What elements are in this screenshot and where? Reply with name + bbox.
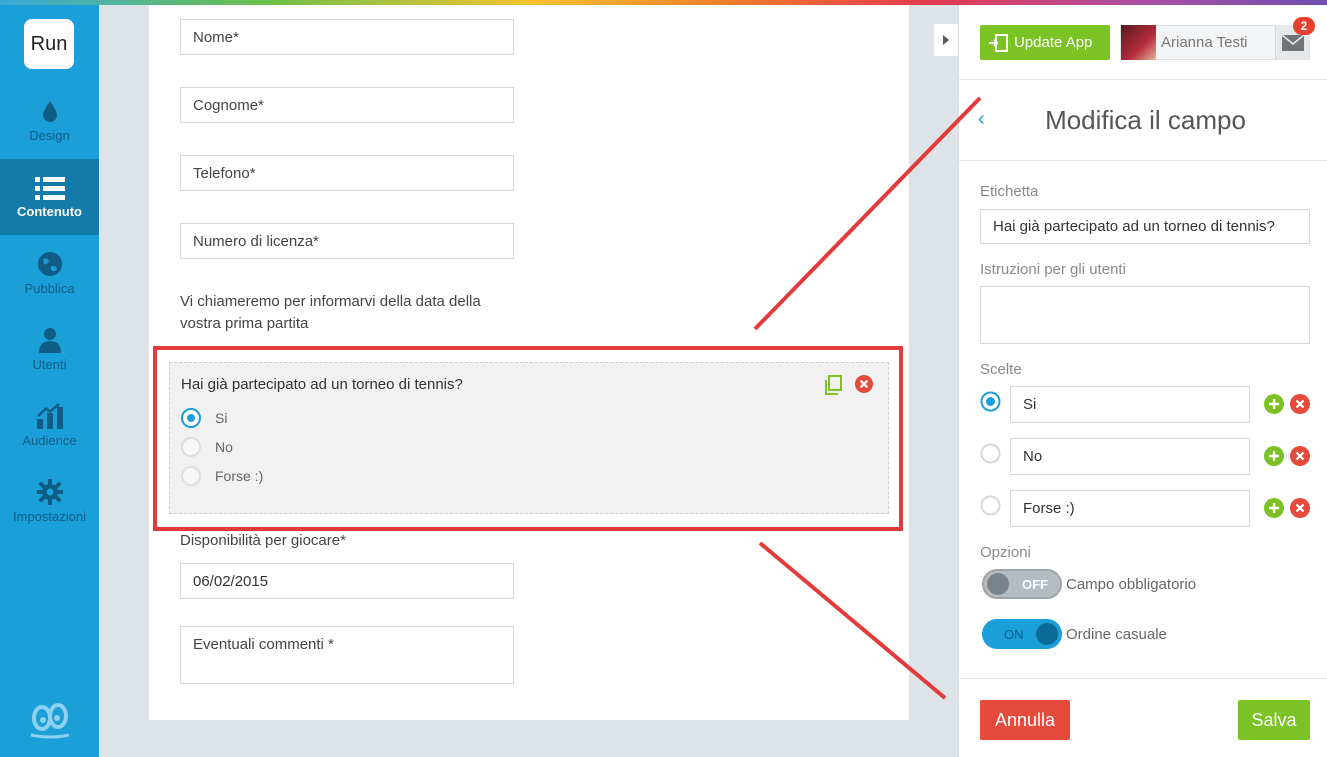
field-placeholder: Telefono* <box>193 165 256 182</box>
drop-icon <box>42 100 57 122</box>
sidebar-item-label: Design <box>29 127 70 143</box>
collapse-panel-button[interactable] <box>934 24 958 56</box>
bar-chart-icon <box>36 402 63 429</box>
input-value: No <box>1023 448 1043 465</box>
remove-choice-icon[interactable] <box>1290 446 1310 466</box>
availability-label: Disponibilità per giocare* <box>180 532 346 549</box>
instructions-input[interactable] <box>980 286 1310 344</box>
nome-field[interactable]: Nome* <box>180 19 514 55</box>
edit-field-panel: Update App Arianna Testi 2 ‹ Modifica il… <box>958 5 1327 757</box>
footer-divider <box>959 678 1327 679</box>
choice-input[interactable]: Si <box>1010 386 1250 423</box>
field-placeholder: Eventuali commenti * <box>193 636 334 653</box>
top-bar: Update App Arianna Testi 2 <box>959 5 1327 80</box>
required-toggle[interactable]: OFF <box>982 569 1062 599</box>
field-placeholder: Numero di licenza* <box>193 233 319 250</box>
sidebar-item-design[interactable]: Design <box>0 83 99 159</box>
panel-header: ‹ Modifica il campo <box>959 80 1327 161</box>
telefono-field[interactable]: Telefono* <box>180 155 514 191</box>
add-choice-icon[interactable] <box>1264 498 1284 518</box>
instructions-heading: Istruzioni per gli utenti <box>980 261 1126 278</box>
sidebar-item-impostazioni[interactable]: Impostazioni <box>0 463 99 539</box>
random-order-toggle[interactable]: ON <box>982 619 1062 649</box>
user-name: Arianna Testi <box>1161 34 1248 51</box>
remove-choice-icon[interactable] <box>1290 498 1310 518</box>
update-label: Update App <box>1014 34 1093 51</box>
input-value: Forse :) <box>1023 500 1075 517</box>
brand-mascot-icon <box>30 703 70 739</box>
field-placeholder: Cognome* <box>193 97 264 114</box>
sidebar-item-label: Utenti <box>32 356 67 372</box>
user-menu[interactable]: Arianna Testi 2 <box>1120 17 1315 60</box>
licenza-field[interactable]: Numero di licenza* <box>180 223 514 259</box>
availability-field[interactable]: 06/02/2015 <box>180 563 514 599</box>
update-icon <box>989 33 1008 52</box>
label-heading: Etichetta <box>980 183 1039 200</box>
toggle-state: OFF <box>1022 576 1048 592</box>
caret-right-icon <box>943 35 949 45</box>
globe-icon <box>37 251 62 276</box>
sidebar-item-contenuto[interactable]: Contenuto <box>0 159 99 235</box>
label-input[interactable]: Hai già partecipato ad un torneo di tenn… <box>980 209 1310 244</box>
mail-badge: 2 <box>1293 17 1315 35</box>
info-text: Vi chiameremo per informarvi della data … <box>180 293 481 332</box>
remove-choice-icon[interactable] <box>1290 394 1310 414</box>
sidebar-item-utenti[interactable]: Utenti <box>0 311 99 387</box>
sidebar-item-label: Impostazioni <box>13 508 86 524</box>
field-placeholder: Nome* <box>193 29 239 46</box>
random-order-label: Ordine casuale <box>1066 626 1167 643</box>
mail-button[interactable]: 2 <box>1275 17 1315 60</box>
sidebar-item-label: Pubblica <box>24 280 75 296</box>
mail-icon <box>1281 34 1304 51</box>
toggle-knob <box>1036 623 1058 645</box>
toggle-state: ON <box>1004 626 1024 642</box>
sidebar-item-label: Contenuto <box>17 203 82 219</box>
gear-icon <box>36 478 63 505</box>
sidebar: Run Design Contenuto Pubblica Utenti Aud… <box>0 0 99 757</box>
user-icon <box>38 327 61 353</box>
sidebar-item-pubblica[interactable]: Pubblica <box>0 235 99 311</box>
list-icon <box>34 176 65 200</box>
top-rainbow-bar <box>0 0 1327 5</box>
choice-input[interactable]: No <box>1010 438 1250 475</box>
cognome-field[interactable]: Cognome* <box>180 87 514 123</box>
avatar <box>1121 25 1156 60</box>
add-choice-icon[interactable] <box>1264 394 1284 414</box>
add-choice-icon[interactable] <box>1264 446 1284 466</box>
comments-field[interactable]: Eventuali commenti * <box>180 626 514 684</box>
radio-button[interactable] <box>980 443 1001 464</box>
update-app-button[interactable]: Update App <box>980 25 1110 60</box>
radio-button-checked[interactable] <box>980 391 1001 412</box>
sidebar-item-label: Audience <box>22 432 77 448</box>
sidebar-item-audience[interactable]: Audience <box>0 387 99 463</box>
input-value: Si <box>1023 396 1037 413</box>
choice-input[interactable]: Forse :) <box>1010 490 1250 527</box>
options-heading: Opzioni <box>980 544 1031 561</box>
logo-text: Run <box>30 32 68 55</box>
choices-heading: Scelte <box>980 361 1022 378</box>
toggle-knob <box>987 573 1009 595</box>
input-value: Hai già partecipato ad un torneo di tenn… <box>993 218 1275 235</box>
required-label: Campo obbligatorio <box>1066 576 1197 593</box>
highlight-box <box>153 346 903 531</box>
cancel-button[interactable]: Annulla <box>980 700 1070 740</box>
field-value: 06/02/2015 <box>193 573 269 590</box>
panel-title: Modifica il campo <box>1045 105 1246 135</box>
save-button[interactable]: Salva <box>1238 700 1310 740</box>
app-logo[interactable]: Run <box>24 19 74 69</box>
radio-button[interactable] <box>980 495 1001 516</box>
